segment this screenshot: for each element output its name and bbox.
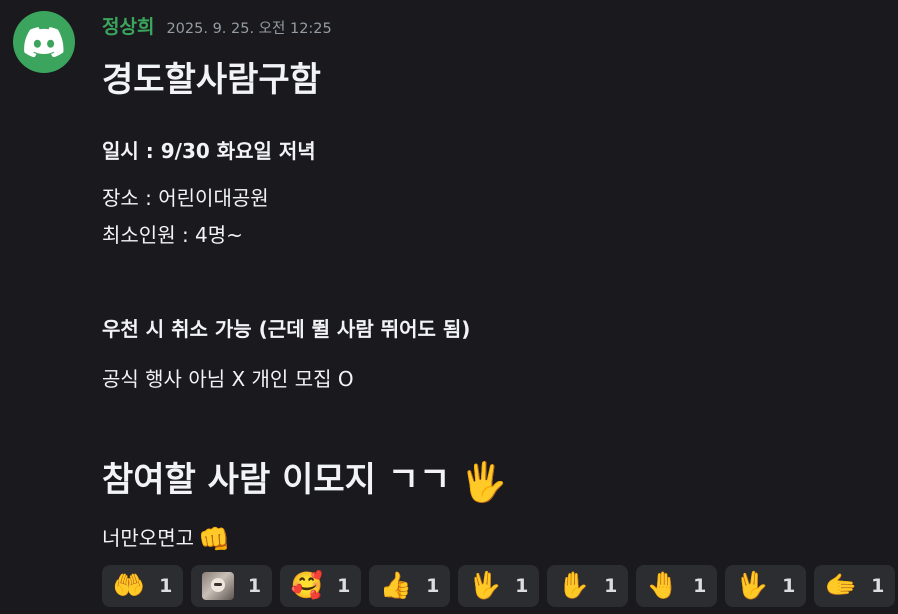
discord-logo-icon (24, 27, 64, 57)
reaction-count: 1 (515, 575, 529, 597)
reaction-vulcan-salute[interactable]: 🖖 1 (458, 565, 539, 607)
reaction-bar: 🤲 1 1 🥰 1 👍 1 🖖 1 ✋ 1 🤚 1 🖖 1 🫱 1 (102, 565, 895, 607)
raised-hand-icon: 🖐️ (460, 459, 508, 504)
reaction-thumbs-up[interactable]: 👍 1 (369, 565, 450, 607)
message-line-rain: 우천 시 취소 가능 (근데 뛸 사람 뛰어도 됨) (102, 317, 471, 341)
chat-message: 정상희 2025. 9. 25. 오전 12:25 경도할사람구함 일시 : 9… (0, 0, 898, 614)
reaction-count: 1 (782, 575, 796, 597)
palms-up-icon: 🤲 (112, 571, 146, 601)
fist-bump-icon: 👊 (198, 524, 231, 555)
message-line-only-you: 너만오면고 👊 (102, 525, 230, 554)
avatar[interactable] (13, 11, 75, 73)
reaction-count: 1 (693, 575, 707, 597)
message-line-place: 장소 : 어린이대공원 (102, 186, 269, 210)
reaction-cat-sticker[interactable]: 1 (191, 565, 272, 607)
smiling-face-icon: 🥰 (290, 571, 324, 601)
timestamp: 2025. 9. 25. 오전 12:25 (166, 21, 332, 37)
reaction-count: 1 (871, 575, 885, 597)
reaction-vulcan-salute-2[interactable]: 🖖 1 (725, 565, 806, 607)
reaction-count: 1 (426, 575, 440, 597)
raised-back-hand-icon: 🤚 (646, 571, 680, 601)
message-heading-emoji: 참여할 사람 이모지 ㄱㄱ 🖐️ (102, 460, 508, 502)
reaction-count: 1 (247, 575, 262, 597)
reaction-raised-hand[interactable]: ✋ 1 (547, 565, 628, 607)
rightwards-hand-icon: 🫱 (824, 571, 858, 601)
heading-text: 참여할 사람 이모지 ㄱㄱ (102, 460, 451, 500)
thumbs-up-icon: 👍 (379, 571, 413, 601)
message-line-unofficial: 공식 행사 아님 X 개인 모집 O (102, 367, 354, 391)
cat-sticker-icon (201, 572, 234, 600)
raised-hand-icon: ✋ (557, 571, 591, 601)
message-line-date: 일시 : 9/30 화요일 저녁 (102, 139, 316, 163)
reaction-smiling-face[interactable]: 🥰 1 (280, 565, 361, 607)
line-text: 너만오면고 (102, 526, 194, 550)
reaction-rightwards-hand[interactable]: 🫱 1 (814, 565, 895, 607)
reaction-count: 1 (337, 575, 351, 597)
reaction-count: 1 (159, 575, 173, 597)
reaction-palms-up[interactable]: 🤲 1 (102, 565, 183, 607)
username[interactable]: 정상희 (102, 12, 154, 39)
reaction-count: 1 (604, 575, 618, 597)
reaction-raised-back-hand[interactable]: 🤚 1 (636, 565, 717, 607)
message-line-min-people: 최소인원 : 4명~ (102, 223, 243, 247)
message-header: 정상희 2025. 9. 25. 오전 12:25 (102, 12, 332, 40)
vulcan-salute-icon: 🖖 (468, 571, 502, 601)
message-title: 경도할사람구함 (102, 60, 321, 100)
vulcan-salute-icon: 🖖 (735, 571, 769, 601)
